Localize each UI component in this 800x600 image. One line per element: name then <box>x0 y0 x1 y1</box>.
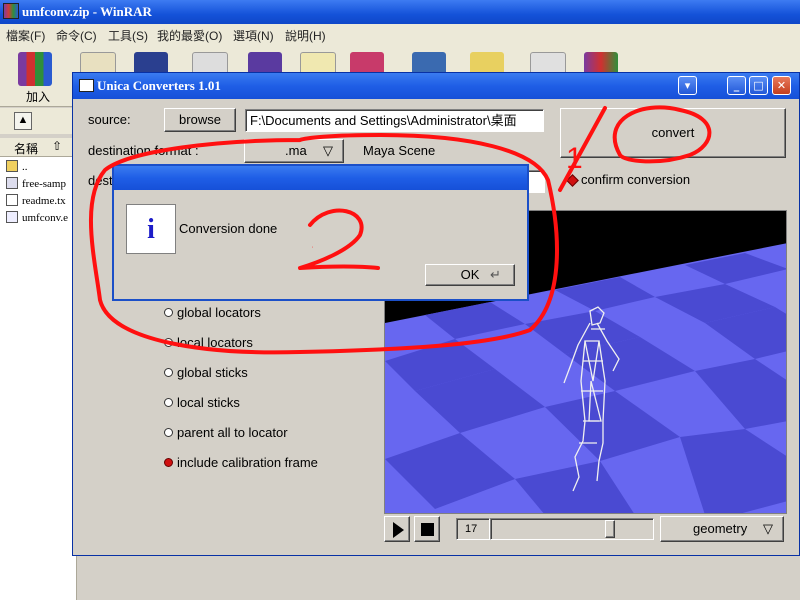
destination-label: dest <box>88 173 113 188</box>
text-file-icon <box>6 194 18 206</box>
file-icon <box>6 177 18 189</box>
view-mode-dropdown[interactable]: geometry ▽ <box>660 516 784 542</box>
play-button[interactable] <box>384 516 410 542</box>
close-icon[interactable]: ✕ <box>772 76 791 95</box>
destination-format-dropdown[interactable]: .ma ▽ <box>244 139 344 163</box>
add-button-label: 加入 <box>26 90 51 104</box>
dialog-title-bar[interactable] <box>114 166 527 190</box>
destination-format-label: destination format : <box>88 143 199 158</box>
menu-tools[interactable]: 工具(S) <box>108 27 148 44</box>
view-mode-value: geometry <box>693 521 748 536</box>
minimize-icon[interactable]: _ <box>727 76 746 95</box>
stop-icon <box>421 523 434 536</box>
chevron-down-icon: ▽ <box>323 143 333 158</box>
app-icon <box>79 79 94 92</box>
info-icon: i <box>126 204 176 254</box>
file-list-header: 名稱 ⇧ <box>0 138 76 157</box>
sort-arrow-icon: ⇧ <box>52 139 63 153</box>
winrar-app-icon <box>3 3 19 19</box>
source-path-input[interactable]: F:\Documents and Settings\Administrator\… <box>245 109 544 132</box>
folder-icon <box>6 160 18 172</box>
menu-file[interactable]: 檔案(F) <box>6 27 45 44</box>
local-locators-radio[interactable] <box>164 338 173 347</box>
parent-all-to-locator-radio[interactable] <box>164 428 173 437</box>
list-item[interactable]: readme.tx <box>6 194 66 210</box>
destination-format-description: Maya Scene <box>363 143 436 158</box>
unica-title: Unica Converters 1.01 <box>97 78 221 93</box>
global-locators-radio[interactable] <box>164 308 173 317</box>
local-sticks-radio[interactable] <box>164 398 173 407</box>
source-label: source: <box>88 112 131 127</box>
confirm-conversion-label: confirm conversion <box>581 172 691 187</box>
list-item[interactable]: umfconv.e <box>6 211 68 227</box>
file-list: .. free-samp readme.tx umfconv.e <box>0 157 77 600</box>
chevron-down-icon: ▽ <box>763 521 773 536</box>
convert-button[interactable]: convert <box>560 108 786 158</box>
up-folder-icon[interactable]: ▲ <box>14 112 32 130</box>
menu-help[interactable]: 說明(H) <box>285 27 326 44</box>
option-label: include calibration frame <box>177 455 318 470</box>
ok-button[interactable]: OK ↵ <box>425 264 515 286</box>
list-item[interactable]: .. <box>6 160 28 176</box>
option-label: local locators <box>177 335 253 350</box>
global-sticks-radio[interactable] <box>164 368 173 377</box>
menu-commands[interactable]: 命令(C) <box>56 27 97 44</box>
column-name[interactable]: 名稱 <box>14 140 38 157</box>
frame-number-field[interactable]: 17 <box>456 518 490 540</box>
winrar-title-bar: umfconv.zip - WinRAR <box>0 0 800 24</box>
timeline-slider-handle[interactable] <box>605 520 615 538</box>
menu-favorites[interactable]: 我的最愛(O) <box>157 27 222 44</box>
include-calibration-frame-radio[interactable] <box>164 458 173 467</box>
unica-title-bar[interactable]: Unica Converters 1.01 ▾ _ □ ✕ <box>73 73 799 99</box>
playback-bar: 17 geometry ▽ <box>384 516 787 546</box>
stop-button[interactable] <box>414 516 440 542</box>
exe-file-icon <box>6 211 18 223</box>
menu-dropdown-icon[interactable]: ▾ <box>678 76 697 95</box>
dialog-message: Conversion done <box>179 221 278 236</box>
menu-options[interactable]: 選項(N) <box>233 27 274 44</box>
enter-key-icon: ↵ <box>490 267 501 282</box>
list-item[interactable]: free-samp <box>6 177 66 193</box>
ok-button-label: OK <box>460 267 480 282</box>
option-label: local sticks <box>177 395 240 410</box>
add-archive-icon[interactable] <box>18 52 52 86</box>
option-label: parent all to locator <box>177 425 288 440</box>
winrar-title: umfconv.zip - WinRAR <box>22 4 152 19</box>
maximize-icon[interactable]: □ <box>749 76 768 95</box>
option-label: global locators <box>177 305 261 320</box>
play-icon <box>393 522 404 538</box>
winrar-menubar: 檔案(F) 命令(C) 工具(S) 我的最愛(O) 選項(N) 說明(H) <box>0 24 800 44</box>
timeline-slider[interactable] <box>490 518 654 540</box>
option-label: global sticks <box>177 365 248 380</box>
destination-format-value: .ma <box>285 143 307 158</box>
browse-button[interactable]: browse <box>164 108 236 132</box>
